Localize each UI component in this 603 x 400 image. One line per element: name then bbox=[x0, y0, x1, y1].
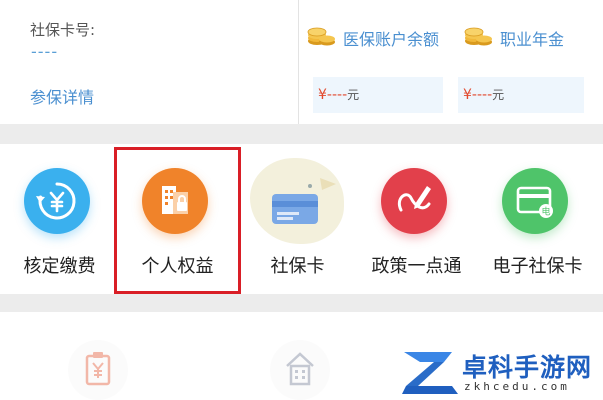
yen-cycle-icon bbox=[24, 168, 90, 234]
gold-coins-icon bbox=[306, 24, 336, 48]
occupational-annuity-unit: 元 bbox=[492, 88, 505, 102]
svg-text:电: 电 bbox=[541, 206, 550, 218]
service-social-security-card[interactable]: 社保卡 bbox=[240, 144, 355, 294]
watermark-logo-icon bbox=[402, 352, 458, 394]
yen-clipboard-icon[interactable] bbox=[68, 340, 128, 400]
service-policy-guide[interactable]: 政策一点通 bbox=[359, 144, 474, 294]
medical-balance-label: 医保账户余额 bbox=[343, 30, 440, 49]
medical-balance-value: ¥---- bbox=[318, 87, 348, 103]
site-watermark: 卓科手游网 zkhcedu.com bbox=[400, 342, 603, 400]
service-label: 电子社保卡 bbox=[492, 256, 583, 277]
service-contribution-assessment[interactable]: 核定缴费 bbox=[2, 144, 117, 294]
service-label: 政策一点通 bbox=[371, 256, 462, 277]
watermark-url: zkhcedu.com bbox=[464, 380, 570, 393]
watermark-text: 卓科手游网 bbox=[462, 353, 593, 382]
account-summary-card: 社保卡号: ---- 参保详情 医保账户余额 ¥----元 职业年金 ¥----… bbox=[0, 0, 603, 124]
medical-balance-unit: 元 bbox=[347, 88, 360, 102]
e-card-icon: 电 bbox=[502, 168, 568, 234]
service-label: 核定缴费 bbox=[23, 256, 96, 277]
service-label: 社保卡 bbox=[270, 256, 325, 277]
card-number-value: ---- bbox=[31, 42, 59, 61]
gold-coins-icon bbox=[463, 24, 493, 48]
vertical-divider bbox=[298, 0, 299, 124]
service-grid: 核定缴费 个人权益 社保卡 政策一点通 电 电子社保卡 bbox=[0, 144, 603, 294]
service-electronic-card[interactable]: 电 电子社保卡 bbox=[480, 144, 595, 294]
card-mascot-icon bbox=[250, 158, 344, 244]
occupational-annuity-amount[interactable]: ¥----元 bbox=[458, 77, 584, 113]
social-security-card-info: 社保卡号: ---- 参保详情 bbox=[0, 0, 298, 124]
building-icon[interactable] bbox=[270, 340, 330, 400]
section-separator bbox=[0, 294, 603, 312]
section-separator bbox=[0, 124, 603, 144]
card-number-label: 社保卡号: bbox=[30, 21, 96, 39]
highlight-box bbox=[114, 147, 241, 294]
pen-swoosh-icon bbox=[381, 168, 447, 234]
medical-balance-amount[interactable]: ¥----元 bbox=[313, 77, 443, 113]
occupational-annuity-label: 职业年金 bbox=[500, 30, 565, 49]
occupational-annuity-value: ¥---- bbox=[463, 87, 493, 103]
insurance-details-link[interactable]: 参保详情 bbox=[30, 84, 94, 108]
